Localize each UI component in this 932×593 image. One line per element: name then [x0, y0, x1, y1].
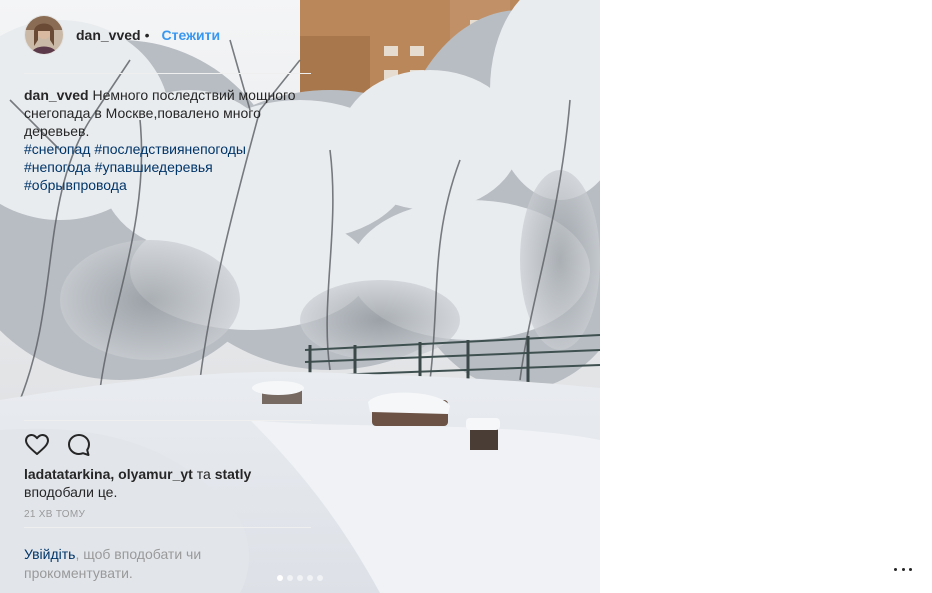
post-caption: dan_vved Немного последствий мощного сне…	[24, 86, 310, 194]
carousel-dot	[277, 575, 283, 581]
hashtag-link[interactable]: #упавшиедеревья	[95, 159, 213, 175]
heart-outline-icon[interactable]	[24, 432, 50, 458]
carousel-dot	[287, 575, 293, 581]
post-header: dan_vved • Стежити	[24, 14, 310, 56]
hashtag-link[interactable]: #обрывпровода	[24, 177, 127, 193]
login-prompt: Увійдіть, щоб вподобати чи прокоментуват…	[24, 545, 254, 583]
comment-bubble-icon[interactable]	[66, 432, 92, 458]
action-bar	[24, 431, 92, 459]
more-options-icon[interactable]	[894, 562, 912, 576]
liked-by-other[interactable]: statly	[215, 466, 252, 482]
hashtag-link[interactable]: #снегопад	[24, 141, 90, 157]
hashtag-list: #снегопад #последствиянепогоды #непогода…	[24, 140, 310, 194]
more-dot	[894, 567, 897, 571]
liked-suffix: вподобали це.	[24, 484, 118, 500]
post-timestamp[interactable]: 21 хв тому	[24, 509, 85, 520]
carousel-dot	[317, 575, 323, 581]
post-details-panel	[600, 0, 932, 593]
header-divider	[24, 73, 311, 74]
username[interactable]: dan_vved	[76, 27, 141, 43]
footer-divider	[24, 527, 311, 528]
more-dot	[909, 567, 912, 571]
liked-and: та	[196, 466, 211, 482]
avatar[interactable]	[24, 15, 64, 55]
actions-divider	[24, 420, 311, 421]
carousel-dot	[297, 575, 303, 581]
carousel-dot	[307, 575, 313, 581]
likes-summary: ladatatarkina, olyamur_yt та statly впод…	[24, 465, 310, 501]
liked-by-users[interactable]: ladatatarkina, olyamur_yt	[24, 466, 193, 482]
hashtag-link[interactable]: #непогода	[24, 159, 91, 175]
separator-dot: •	[144, 27, 150, 43]
login-link[interactable]: Увійдіть	[24, 546, 75, 562]
more-dot	[901, 567, 905, 571]
hashtag-link[interactable]: #последствиянепогоды	[94, 141, 246, 157]
caption-username[interactable]: dan_vved	[24, 87, 89, 103]
follow-button[interactable]: Стежити	[162, 27, 221, 43]
